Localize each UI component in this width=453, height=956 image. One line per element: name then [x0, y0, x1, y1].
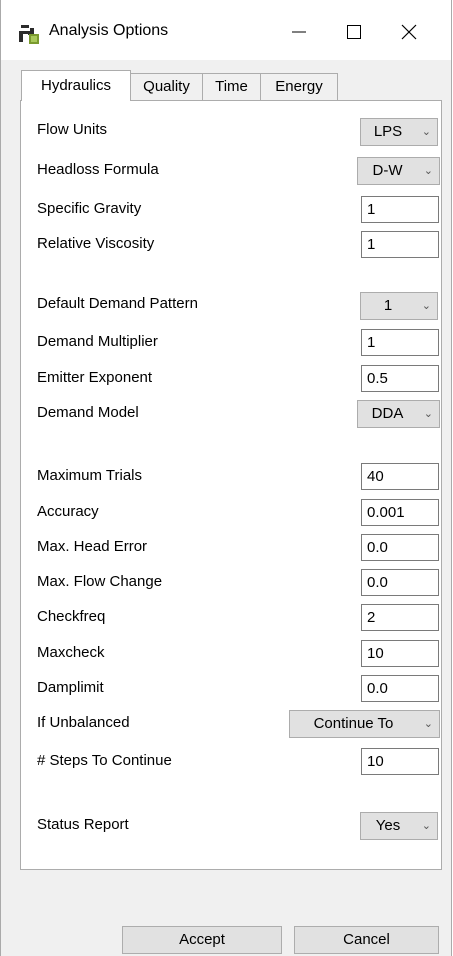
damplimit-input[interactable]: 0.0: [361, 675, 439, 702]
tab-quality[interactable]: Quality: [130, 73, 203, 100]
max-flow-change-label: Max. Flow Change: [37, 573, 163, 590]
demand-model-select[interactable]: DDA ⌄: [357, 400, 440, 428]
chevron-down-icon: ⌄: [421, 300, 431, 312]
default-demand-pattern-value: 1: [383, 297, 393, 314]
maximize-icon: [347, 25, 361, 39]
chevron-down-icon: ⌄: [421, 820, 431, 832]
status-report-label: Status Report: [37, 816, 129, 833]
accept-button[interactable]: Accept: [122, 926, 282, 954]
steps-to-continue-input[interactable]: 10: [361, 748, 439, 775]
chevron-down-icon: ⌄: [423, 408, 433, 420]
close-icon: [401, 24, 417, 40]
tab-energy[interactable]: Energy: [260, 73, 338, 100]
relative-viscosity-input[interactable]: 1: [361, 231, 439, 258]
damplimit-label: Damplimit: [37, 679, 104, 696]
max-head-error-label: Max. Head Error: [37, 538, 148, 555]
window-title: Analysis Options: [49, 22, 169, 39]
maximum-trials-input[interactable]: 40: [361, 463, 439, 490]
flow-units-select[interactable]: LPS ⌄: [360, 118, 438, 146]
cancel-button[interactable]: Cancel: [294, 926, 439, 954]
accuracy-label: Accuracy: [37, 503, 99, 520]
steps-to-continue-label: # Steps To Continue: [37, 752, 172, 769]
demand-model-value: DDA: [371, 405, 404, 422]
accuracy-input[interactable]: 0.001: [361, 499, 439, 526]
maxcheck-input[interactable]: 10: [361, 640, 439, 667]
chevron-down-icon: ⌄: [421, 126, 431, 138]
specific-gravity-input[interactable]: 1: [361, 196, 439, 223]
if-unbalanced-label: If Unbalanced: [37, 714, 130, 731]
if-unbalanced-value: Continue To: [313, 715, 394, 732]
headloss-formula-value: D-W: [372, 162, 403, 179]
maximum-trials-label: Maximum Trials: [37, 467, 143, 484]
title-bar: Analysis Options: [1, 0, 451, 60]
max-flow-change-input[interactable]: 0.0: [361, 569, 439, 596]
emitter-exponent-input[interactable]: 0.5: [361, 365, 439, 392]
if-unbalanced-select[interactable]: Continue To ⌄: [289, 710, 440, 738]
headloss-formula-label: Headloss Formula: [37, 161, 159, 178]
demand-model-label: Demand Model: [37, 404, 139, 421]
tab-time[interactable]: Time: [202, 73, 261, 100]
maximize-button[interactable]: [331, 8, 377, 56]
tab-hydraulics[interactable]: Hydraulics: [21, 70, 131, 101]
close-button[interactable]: [386, 8, 432, 56]
default-demand-pattern-label: Default Demand Pattern: [37, 295, 198, 312]
demand-multiplier-label: Demand Multiplier: [37, 333, 158, 350]
checkfreq-label: Checkfreq: [37, 608, 106, 625]
max-head-error-input[interactable]: 0.0: [361, 534, 439, 561]
faucet-icon: [17, 22, 39, 44]
chevron-down-icon: ⌄: [423, 718, 433, 730]
default-demand-pattern-select[interactable]: 1 ⌄: [360, 292, 438, 320]
hydraulics-panel: Flow Units LPS ⌄ Headloss Formula D-W ⌄ …: [20, 100, 442, 870]
minimize-icon: [292, 31, 306, 33]
status-report-select[interactable]: Yes ⌄: [360, 812, 438, 840]
headloss-formula-select[interactable]: D-W ⌄: [357, 157, 440, 185]
emitter-exponent-label: Emitter Exponent: [37, 369, 153, 386]
flow-units-value: LPS: [373, 123, 403, 140]
relative-viscosity-label: Relative Viscosity: [37, 235, 155, 252]
checkfreq-input[interactable]: 2: [361, 604, 439, 631]
flow-units-label: Flow Units: [37, 121, 108, 138]
status-report-value: Yes: [375, 817, 401, 834]
specific-gravity-label: Specific Gravity: [37, 200, 142, 217]
minimize-button[interactable]: [276, 8, 322, 56]
demand-multiplier-input[interactable]: 1: [361, 329, 439, 356]
analysis-options-window: Analysis Options Hydraulics Quality Time…: [0, 0, 452, 956]
maxcheck-label: Maxcheck: [37, 644, 105, 661]
chevron-down-icon: ⌄: [423, 165, 433, 177]
